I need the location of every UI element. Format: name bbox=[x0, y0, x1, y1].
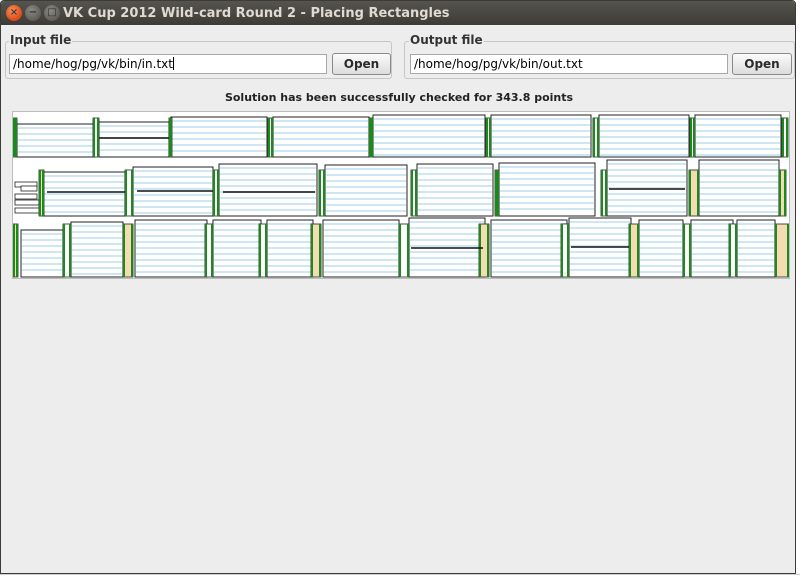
placed-rect bbox=[416, 163, 494, 217]
small-rect bbox=[14, 207, 42, 214]
input-file-label: Input file bbox=[9, 33, 73, 47]
vertical-bar bbox=[774, 223, 789, 278]
output-open-button[interactable]: Open bbox=[732, 53, 792, 75]
background-window-bottom bbox=[0, 574, 800, 586]
input-open-button[interactable]: Open bbox=[332, 53, 391, 75]
small-rect bbox=[20, 185, 38, 192]
window-controls: × − □ bbox=[1, 5, 63, 21]
output-path-field[interactable]: /home/hog/pg/vk/bin/out.txt bbox=[410, 54, 728, 74]
output-path-text: /home/hog/pg/vk/bin/out.txt bbox=[414, 57, 583, 71]
input-path-text: /home/hog/pg/vk/bin/in.txt bbox=[13, 57, 173, 71]
maximize-icon[interactable]: □ bbox=[44, 5, 60, 21]
window-title: VK Cup 2012 Wild-card Round 2 - Placing … bbox=[63, 5, 450, 21]
input-path-field[interactable]: /home/hog/pg/vk/bin/in.txt bbox=[9, 54, 327, 74]
placed-rect bbox=[218, 163, 318, 217]
app-window: × − □ VK Cup 2012 Wild-card Round 2 - Pl… bbox=[0, 0, 796, 574]
small-rect bbox=[14, 193, 38, 200]
rectangles-canvas bbox=[12, 111, 790, 279]
placed-rect bbox=[98, 121, 170, 158]
title-bar: × − □ VK Cup 2012 Wild-card Round 2 - Pl… bbox=[1, 1, 795, 25]
file-panel: Input file /home/hog/pg/vk/bin/in.txt Op… bbox=[1, 25, 795, 83]
minimize-icon[interactable]: − bbox=[25, 5, 41, 21]
placement-visualization bbox=[13, 114, 789, 278]
status-message: Solution has been successfully checked f… bbox=[224, 91, 574, 104]
text-caret bbox=[172, 57, 174, 70]
close-icon[interactable]: × bbox=[6, 5, 22, 21]
small-rect bbox=[14, 199, 40, 206]
output-file-label: Output file bbox=[409, 33, 484, 47]
placed-rect bbox=[324, 164, 408, 217]
